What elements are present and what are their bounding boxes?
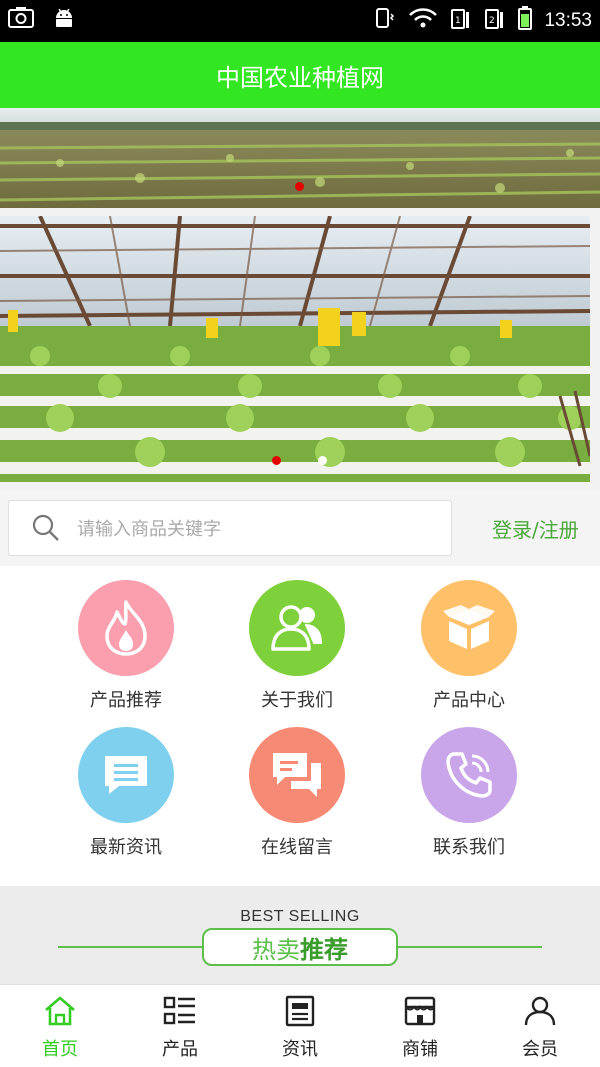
svg-text:2: 2 — [489, 16, 495, 26]
tab-label: 会员 — [522, 1039, 558, 1060]
user-icon — [523, 995, 557, 1031]
home-icon — [43, 995, 77, 1031]
banner-greenhouse-image[interactable] — [0, 216, 590, 482]
menu-item-product-recommend[interactable]: 产品推荐 — [46, 580, 206, 712]
search-input[interactable]: 请输入商品关键字 — [8, 500, 452, 556]
section-title-part-a: 热卖 — [252, 935, 300, 964]
tab-label: 商铺 — [402, 1039, 438, 1060]
box-icon — [421, 580, 517, 676]
menu-label: 最新资讯 — [90, 837, 162, 858]
app-header: 中国农业种植网 — [0, 42, 600, 108]
tab-shop[interactable]: 商铺 — [360, 985, 480, 1067]
feature-menu: 产品推荐 关于我们 产品中心 最新资讯 在线留言 联系我们 — [0, 566, 600, 886]
search-placeholder: 请输入商品关键字 — [77, 519, 221, 540]
users-icon — [249, 580, 345, 676]
section-subtitle: BEST SELLING — [240, 908, 360, 925]
news-icon — [283, 995, 317, 1031]
divider-line — [398, 946, 542, 948]
fire-icon — [78, 580, 174, 676]
svg-text:1: 1 — [455, 16, 461, 26]
section-title: 热卖 推荐 — [202, 928, 398, 966]
menu-item-product-center[interactable]: 产品中心 — [389, 580, 549, 712]
tab-home[interactable]: 首页 — [0, 985, 120, 1067]
battery-icon — [518, 6, 533, 36]
section-title-part-b: 推荐 — [300, 935, 348, 964]
bottom-tab-bar: 首页 产品 资讯 商铺 会员 — [0, 984, 600, 1067]
wifi-icon — [408, 7, 438, 35]
menu-label: 在线留言 — [261, 837, 333, 858]
tab-label: 资讯 — [282, 1039, 318, 1060]
carousel-dot[interactable] — [318, 456, 327, 465]
carousel-dot-active[interactable] — [272, 456, 281, 465]
banner-field-image[interactable] — [0, 108, 600, 208]
menu-label: 产品中心 — [433, 690, 505, 711]
divider-line — [58, 946, 202, 948]
page-title: 中国农业种植网 — [216, 63, 384, 92]
login-register-link[interactable]: 登录/注册 — [492, 514, 579, 543]
chat-icon — [249, 727, 345, 823]
screenshot-icon — [8, 7, 34, 35]
clock-time: 13:53 — [544, 10, 592, 31]
search-icon — [31, 513, 61, 543]
list-icon — [163, 995, 197, 1031]
tab-news[interactable]: 资讯 — [240, 985, 360, 1067]
menu-item-online-message[interactable]: 在线留言 — [217, 727, 377, 859]
menu-label: 联系我们 — [433, 837, 505, 858]
menu-item-about-us[interactable]: 关于我们 — [217, 580, 377, 712]
status-bar: 1 2 13:53 — [0, 0, 600, 42]
menu-item-contact-us[interactable]: 联系我们 — [389, 727, 549, 859]
sim2-signal-icon: 2 — [484, 6, 506, 36]
menu-item-latest-news[interactable]: 最新资讯 — [46, 727, 206, 859]
carousel-dot-active[interactable] — [295, 182, 304, 191]
shop-icon — [403, 995, 437, 1031]
android-icon — [52, 7, 76, 35]
tab-label: 首页 — [42, 1039, 78, 1060]
tab-member[interactable]: 会员 — [480, 985, 600, 1067]
tab-products[interactable]: 产品 — [120, 985, 240, 1067]
menu-label: 关于我们 — [261, 690, 333, 711]
search-row: 请输入商品关键字 登录/注册 — [0, 490, 600, 566]
message-icon — [78, 727, 174, 823]
tab-label: 产品 — [162, 1039, 198, 1060]
sim1-signal-icon: 1 — [450, 6, 472, 36]
phone-icon — [421, 727, 517, 823]
best-selling-section: BEST SELLING 热卖 推荐 — [0, 886, 600, 984]
menu-label: 产品推荐 — [90, 690, 162, 711]
vibrate-icon — [372, 6, 396, 36]
